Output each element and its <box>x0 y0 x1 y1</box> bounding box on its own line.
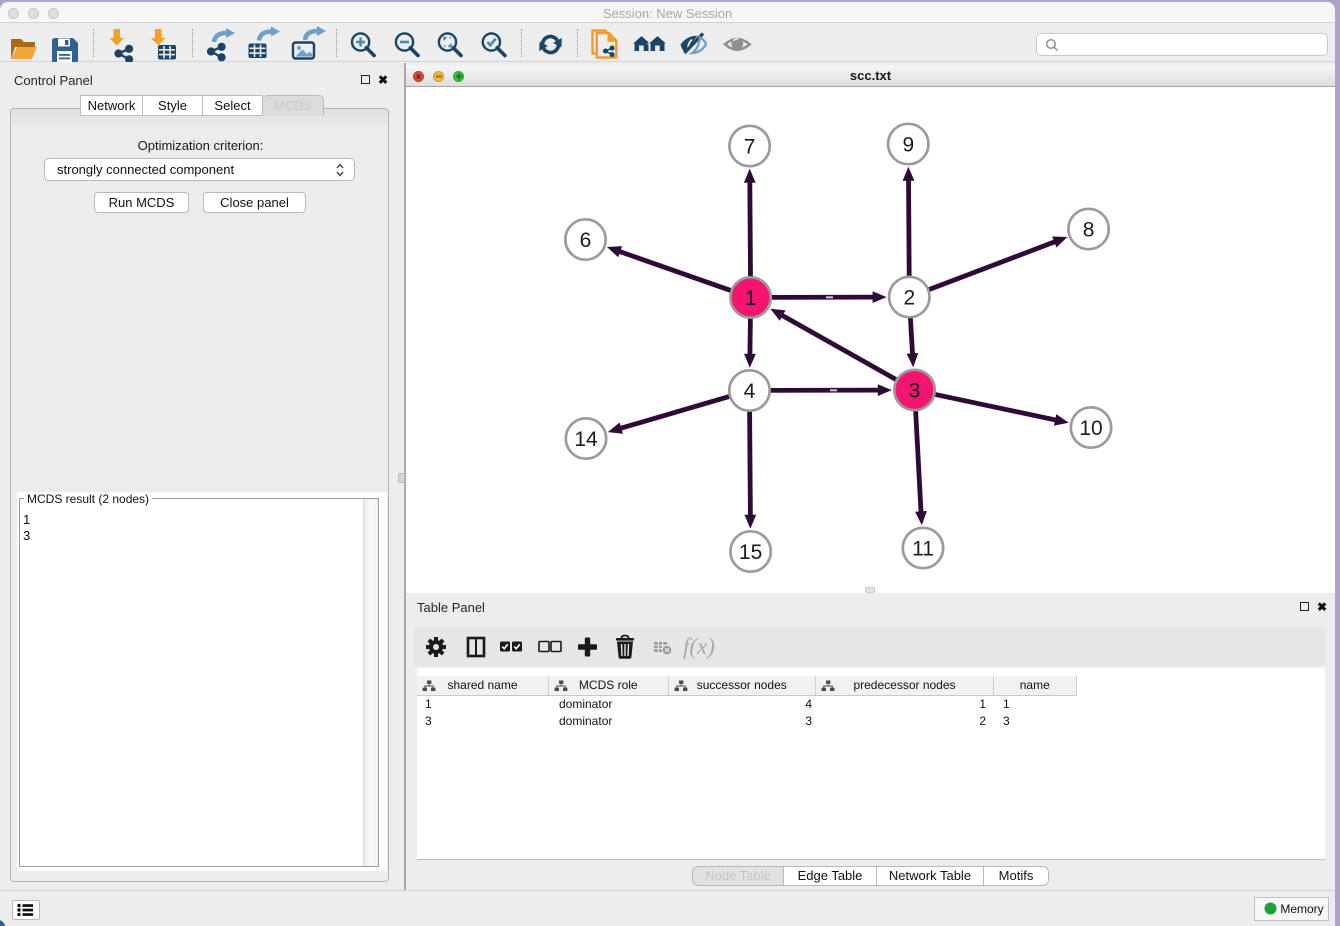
svg-text:14: 14 <box>574 428 598 451</box>
svg-text:4: 4 <box>744 380 756 403</box>
svg-text:11: 11 <box>912 538 934 561</box>
svg-text:15: 15 <box>739 541 762 564</box>
svg-text:3: 3 <box>909 380 921 403</box>
svg-text:f(x): f(x) <box>683 634 715 659</box>
svg-text:2: 2 <box>903 287 915 310</box>
svg-text:10: 10 <box>1079 417 1102 440</box>
svg-text:7: 7 <box>744 136 756 159</box>
svg-text:9: 9 <box>902 134 914 157</box>
svg-text:6: 6 <box>580 229 592 252</box>
svg-text:8: 8 <box>1083 219 1095 242</box>
svg-text:1: 1 <box>745 287 757 310</box>
